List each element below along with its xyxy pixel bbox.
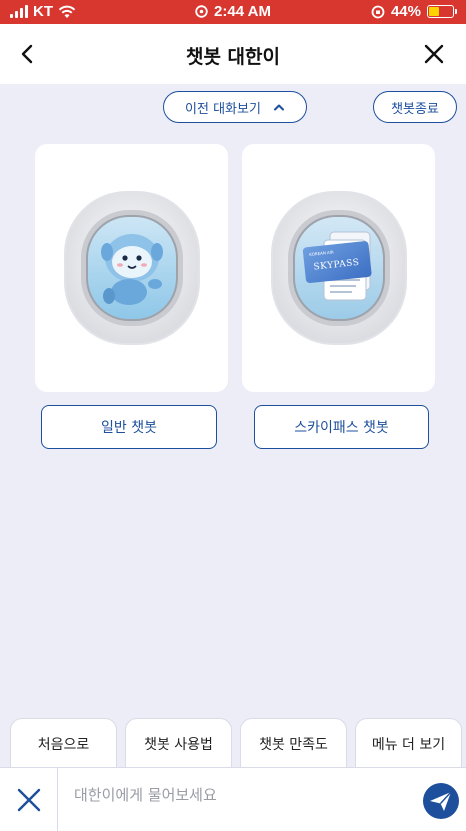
input-bar — [0, 767, 466, 831]
alarm-icon — [195, 5, 208, 18]
status-bar: KT 2:44 AM 44% — [0, 0, 466, 24]
status-right: 44% — [371, 3, 457, 20]
skypass-window-image: KOREAN AIR SKYPASS — [270, 191, 407, 345]
quick-menu-satisfaction[interactable]: 챗봇 만족도 — [240, 718, 347, 770]
skypass-chatbot-card[interactable]: KOREAN AIR SKYPASS — [242, 144, 435, 392]
battery-icon — [427, 5, 457, 18]
status-time: 2:44 AM — [214, 3, 271, 20]
quick-menu: 처음으로 챗봇 사용법 챗봇 만족도 메뉴 더 보기 — [0, 718, 466, 770]
chevron-up-icon — [273, 104, 284, 111]
general-chatbot-card[interactable] — [35, 144, 228, 392]
page-title: 챗봇 대한이 — [185, 46, 280, 68]
mascot-window-image — [63, 191, 200, 345]
battery-fill — [429, 7, 440, 16]
message-input[interactable] — [74, 780, 404, 810]
quick-menu-home[interactable]: 처음으로 — [10, 718, 117, 770]
quick-menu-how-to-use[interactable]: 챗봇 사용법 — [125, 718, 232, 770]
general-chatbot-button[interactable]: 일반 챗봇 — [41, 405, 217, 449]
previous-conversation-label: 이전 대화보기 — [185, 101, 261, 117]
header: 챗봇 대한이 — [0, 24, 466, 84]
close-icon — [17, 788, 40, 812]
send-icon[interactable] — [422, 782, 460, 820]
close-icon[interactable] — [420, 40, 448, 68]
quick-menu-more[interactable]: 메뉴 더 보기 — [355, 718, 462, 770]
battery-percent: 44% — [390, 3, 421, 20]
previous-conversation-button[interactable]: 이전 대화보기 — [163, 91, 307, 123]
rotation-lock-icon — [371, 5, 385, 18]
end-chatbot-button[interactable]: 챗봇종료 — [373, 91, 457, 123]
skypass-chatbot-button[interactable]: 스카이패스 챗봇 — [254, 405, 429, 449]
close-menu-button[interactable] — [0, 768, 58, 831]
